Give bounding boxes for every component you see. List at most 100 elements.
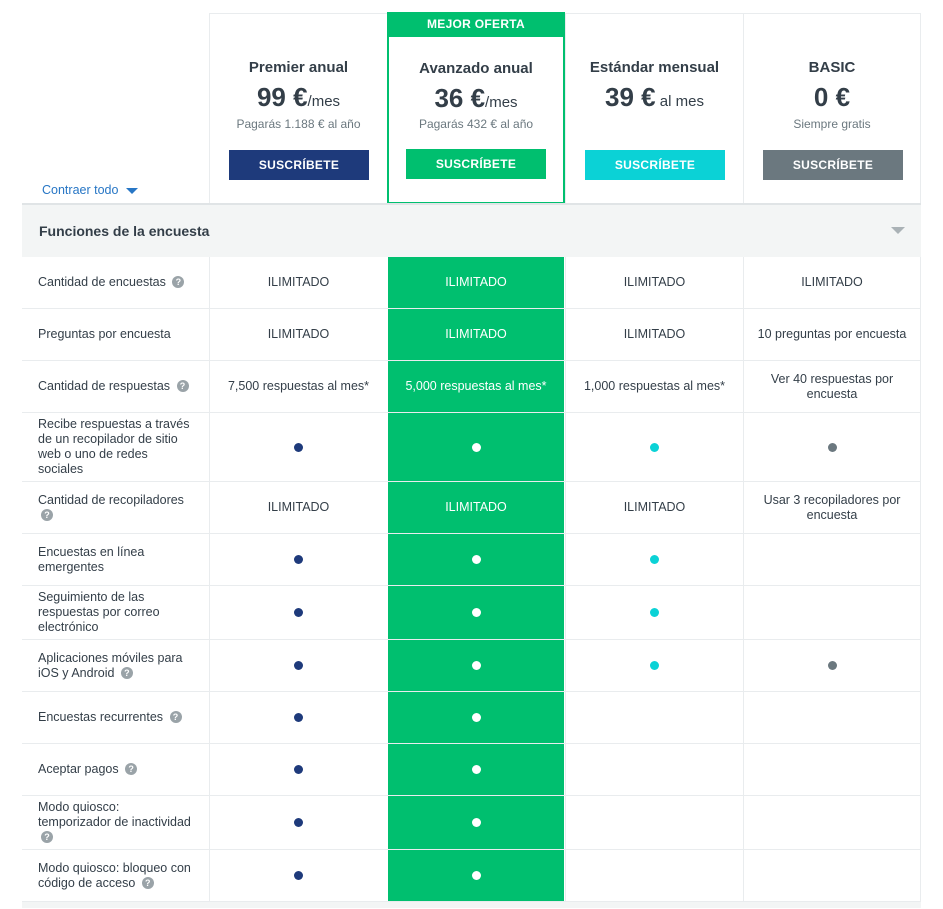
feature-value: 1,000 respuestas al mes* [583,379,726,393]
section-title: Funciones de la encuesta [39,223,210,239]
feature-value: 7,500 respuestas al mes* [227,379,370,393]
feature-value-cell [209,640,387,691]
feature-label-text: Aceptar pagos ? [38,762,138,777]
feature-label: Cantidad de respuestas ? [22,361,209,412]
feature-value-cell [743,744,921,795]
feature-value-cell [388,413,564,481]
table-bottom-strip [22,902,921,908]
plans-header: Contraer todo Premier anual 99 €/mes Pagar… [22,12,921,204]
feature-value-cell: ILIMITADO [388,482,564,533]
feature-row: Preguntas por encuesta ILIMITADO ILIMITADO… [22,309,921,361]
filled-dot-icon [650,442,659,452]
feature-label: Modo quiosco: bloqueo con código de acce… [22,850,209,901]
question-circle-icon[interactable]: ? [141,876,154,889]
filled-dot-icon [294,608,303,617]
feature-label: Cantidad de encuestas ? [22,257,209,308]
question-circle-icon[interactable]: ? [125,763,138,775]
feature-value-cell [388,744,564,795]
feature-label-text: Preguntas por encuesta [38,327,171,341]
feature-value-cell [743,850,921,901]
question-circle-icon[interactable]: ? [172,276,185,288]
feature-label: Recibe respuestas a través de un recopil… [22,413,209,481]
feature-value-cell: Usar 3 recopiladores por encuesta [743,482,921,533]
feature-value-cell [209,744,387,795]
feature-value-cell [388,586,564,639]
feature-label: Modo quiosco: temporizador de inactivida… [22,796,209,849]
feature-value-cell [388,640,564,691]
feature-label-text: Seguimiento de las respuestas por correo… [38,590,160,634]
plan-column-4: BASIC 0 € Siempre gratis SUSCRÍBETE [743,13,921,203]
caret-down-icon [126,187,139,194]
feature-value-cell [743,586,921,639]
feature-label-text: Cantidad de respuestas ? [38,379,189,394]
feature-value: ILIMITADO [623,275,686,289]
feature-value: ILIMITADO [267,275,330,289]
feature-value-cell [565,586,743,639]
feature-value-cell: ILIMITADO [209,309,387,360]
feature-value: ILIMITADO [445,500,507,514]
featured-plan-frame: MEJOR OFERTA [387,12,565,204]
filled-dot-icon [294,871,303,880]
filled-dot-icon [827,442,837,452]
feature-label: Preguntas por encuesta [22,309,209,360]
question-circle-icon[interactable]: ? [120,666,133,679]
filled-dot-icon [471,713,481,722]
price-amount: 99 € [256,82,308,112]
question-circle-icon[interactable]: ? [176,380,189,392]
feature-value-cell [743,534,921,585]
question-circle-icon[interactable]: ? [41,508,53,521]
plan-price: 99 €/mes [210,82,387,113]
price-amount: 39 € [605,82,656,112]
filled-dot-icon [650,608,659,617]
feature-value-cell: 10 preguntas por encuesta [743,309,921,360]
subscribe-button[interactable]: SUSCRÍBETE [229,150,369,180]
feature-label-text: Modo quiosco: bloqueo con código de acce… [38,860,191,890]
plan-name: Premier anual [248,59,349,76]
caret-down-icon[interactable] [891,227,905,234]
filled-dot-icon [294,661,303,670]
filled-dot-icon [471,555,481,564]
collapse-all-link[interactable]: Contraer todo [42,183,139,197]
feature-label-text: Encuestas recurrentes ? [38,710,182,725]
feature-value: ILIMITADO [801,275,863,289]
feature-label-text: Encuestas en línea emergentes [38,544,145,574]
feature-value: ILIMITADO [267,327,330,341]
feature-label: Encuestas recurrentes ? [22,692,209,743]
subscribe-button[interactable]: SUSCRÍBETE [585,150,725,180]
plan-column-3: Estándar mensual 39 € al mes SUSCRÍBETE [565,13,743,203]
plan-price: 39 € al mes [566,82,743,113]
feature-value: 5,000 respuestas al mes* [405,379,547,393]
feature-value-cell: ILIMITADO [565,309,743,360]
feature-value-cell [388,534,564,585]
feature-row: Recibe respuestas a través de un recopil… [22,413,921,482]
feature-label-text: Cantidad de encuestas ? [38,275,185,290]
section-header-survey-functions[interactable]: Funciones de la encuesta [22,203,921,257]
feature-table: Cantidad de encuestas ? ILIMITADO ILIMITAD… [22,257,921,902]
subscribe-button[interactable]: SUSCRÍBETE [763,150,903,180]
feature-row: Cantidad de recopiladores ? ILIMITADO ILIM… [22,482,921,534]
best-offer-badge: MEJOR OFERTA [387,12,565,37]
feature-value: ILIMITADO [445,327,507,341]
feature-label: Cantidad de recopiladores ? [22,482,209,533]
filled-dot-icon [471,608,481,617]
feature-value-cell [209,586,387,639]
feature-value-cell [209,796,387,849]
filled-dot-icon [650,661,659,670]
feature-row: Modo quiosco: temporizador de inactivida… [22,796,921,850]
feature-label: Encuestas en línea emergentes [22,534,209,585]
feature-value-cell: 5,000 respuestas al mes* [388,361,564,412]
feature-value-cell: 7,500 respuestas al mes* [209,361,387,412]
question-circle-icon[interactable]: ? [169,711,182,723]
feature-label: Aplicaciones móviles para iOS y Android … [22,640,209,691]
filled-dot-icon [471,765,481,774]
plan-column-1: Premier anual 99 €/mes Pagarás 1.188 € al … [209,13,387,203]
feature-value-cell [209,692,387,743]
feature-row: Encuestas recurrentes ? [22,692,921,744]
feature-value-cell [388,850,564,901]
feature-value-cell: ILIMITADO [388,257,564,308]
plan-name: Estándar mensual [589,59,720,76]
feature-value-cell: ILIMITADO [209,482,387,533]
feature-value-cell [388,796,564,849]
feature-value-cell [565,534,743,585]
question-circle-icon[interactable]: ? [41,831,53,843]
